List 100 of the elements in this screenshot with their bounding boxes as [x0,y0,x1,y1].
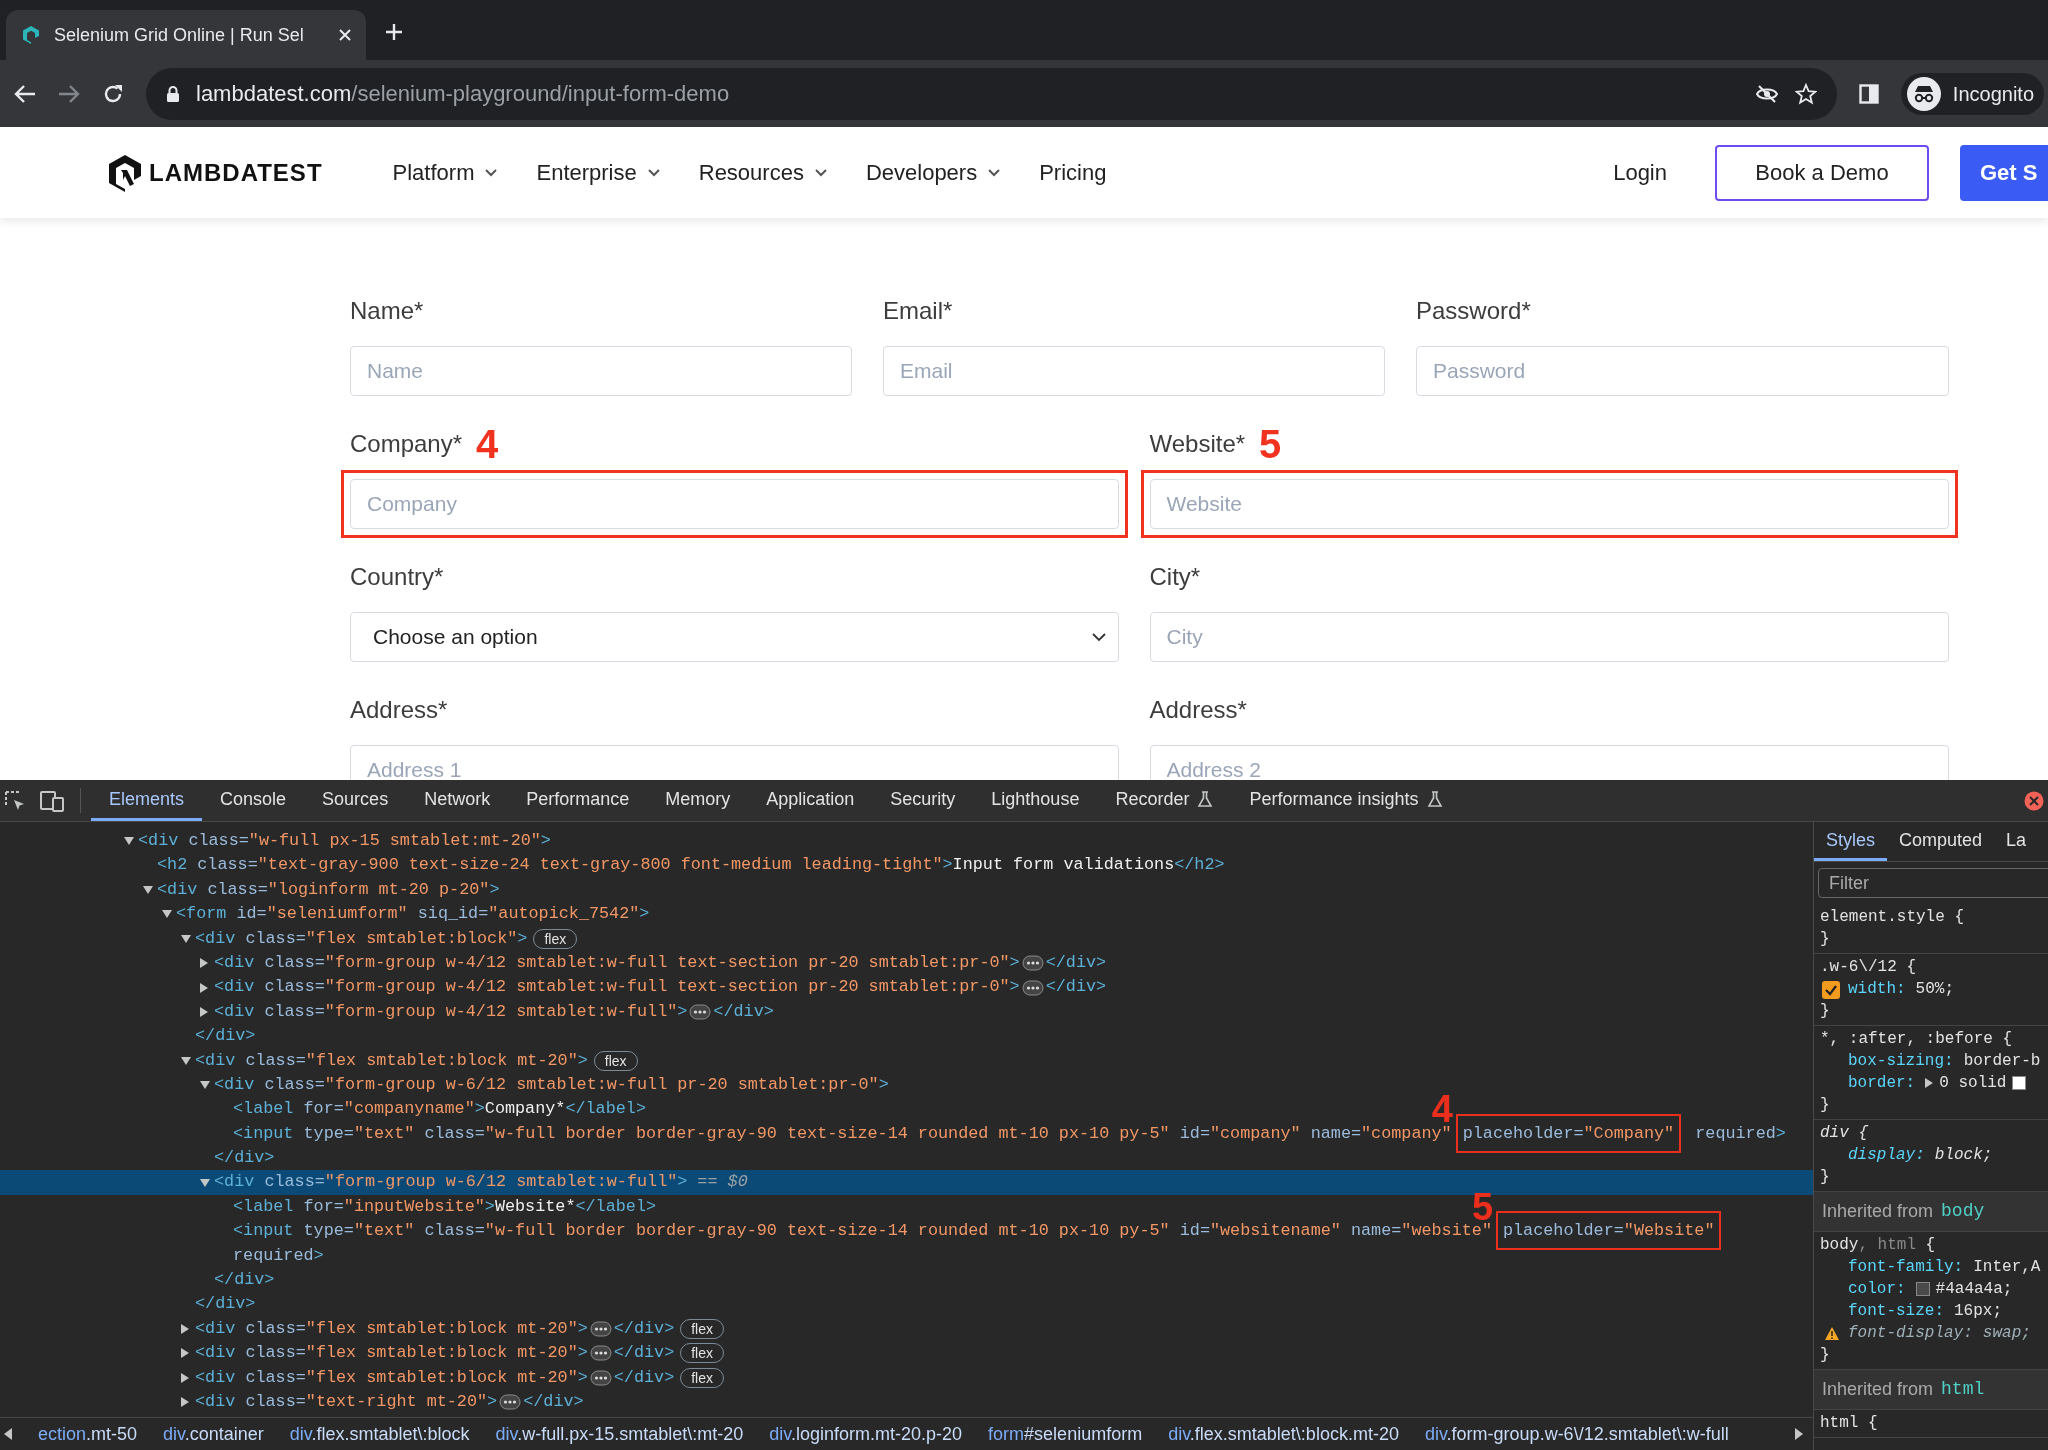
device-icon[interactable] [40,789,64,812]
devtools-tab[interactable]: Security [872,780,974,821]
devtools-tab[interactable]: Performance insights [1231,780,1461,821]
back-arrow-icon[interactable] [14,83,36,104]
filter-field[interactable]: Filter [1818,868,2048,898]
nav-menu-item[interactable]: Developers [865,156,1002,189]
tab-title: Selenium Grid Online | Run Sel [54,23,305,47]
breadcrumb-item[interactable]: form#seleniumform [988,1420,1143,1448]
breadcrumb-item[interactable]: div.flex.smtablet\:block [289,1420,470,1448]
nav-menu-item[interactable]: Resources [698,156,828,189]
expand-triangle-icon[interactable] [181,934,191,943]
scroll-left-icon[interactable] [4,1428,12,1440]
collapse-triangle-icon[interactable] [200,982,208,993]
nav-menu-item[interactable]: Platform [392,156,499,189]
devtools-tab[interactable]: Performance [508,780,648,821]
inspect-icon[interactable] [4,789,26,812]
ellipsis-icon[interactable] [589,1321,612,1337]
field-label: Website* [1149,429,1246,459]
collapse-triangle-icon[interactable] [181,1372,189,1383]
breadcrumb-item[interactable]: div.loginform.mt-20.p-20 [769,1420,963,1448]
input-field[interactable]: Address 2 [1149,745,1949,780]
code-text: <div class="flex smtablet:block mt-20"> [195,1366,588,1389]
ellipsis-icon[interactable] [499,1394,522,1411]
new-tab-icon[interactable] [384,22,404,42]
get-started-button[interactable]: Get S [1960,144,2048,201]
expand-triangle-icon[interactable] [181,1056,191,1065]
annotation-number: 5 [1259,424,1282,464]
css-property: font-family: [1848,1257,1964,1278]
breadcrumb-item[interactable]: ection.mt-50 [38,1420,138,1448]
styles-tab[interactable]: Styles [1814,822,1888,861]
select-field[interactable]: Choose an option [350,612,1119,662]
close-icon[interactable] [2024,790,2044,811]
code-text: <div class="form-group w-6/12 smtablet:w-full pr-20 smtablet:pr-0"> [214,1073,889,1096]
reload-icon[interactable] [102,82,124,105]
code-text: <label for="inputWebsite">Website*</label> [233,1195,657,1218]
address-bar[interactable]: lambdatest.com/selenium-playground/input-form-demo [146,67,1837,120]
input-field[interactable]: City [1149,612,1949,662]
nav-menu-item[interactable]: Enterprise [536,156,661,189]
devtools-tab[interactable]: Network [406,780,509,821]
favicon-icon [20,24,42,46]
devtools-tab[interactable]: Lighthouse [973,780,1098,821]
collapse-triangle-icon[interactable] [181,1348,189,1359]
expand-triangle-icon[interactable] [1925,1078,1934,1088]
devtools-tab[interactable]: Sources [304,780,407,821]
input-field[interactable]: Password [1416,346,1949,396]
styles-tab[interactable]: La [1994,822,2039,861]
styles-tab[interactable]: Computed [1887,822,1995,861]
ellipsis-icon[interactable] [589,1345,612,1362]
breadcrumb-item[interactable]: div.flex.smtablet\:block.mt-20 [1168,1420,1399,1448]
collapse-triangle-icon[interactable] [181,1397,189,1408]
login-link[interactable]: Login [1613,156,1667,189]
ellipsis-icon[interactable] [1021,955,1044,972]
collapse-triangle-icon[interactable] [200,958,208,969]
devtools-tab[interactable]: Console [202,780,305,821]
scroll-right-icon[interactable] [1795,1428,1803,1440]
brand-name: LAMBDATEST [149,157,323,188]
ellipsis-icon[interactable] [689,1003,712,1020]
input-field[interactable]: Address 1 [350,745,1119,780]
chevron-down-icon [1091,632,1106,642]
browser-tab[interactable]: Selenium Grid Online | Run Sel [6,10,366,60]
brand-logo-icon[interactable] [107,153,143,192]
devtools-tab[interactable]: Application [748,780,873,821]
expand-triangle-icon[interactable] [200,1178,210,1187]
ellipsis-icon[interactable] [1021,979,1044,996]
breadcrumb-item[interactable]: div.w-full.px-15.smtablet\:mt-20 [495,1420,744,1448]
source-link[interactable]: body [1941,1198,1985,1225]
css-property: font-display: [1848,1323,1973,1344]
nav-menu-item[interactable]: Pricing [1039,156,1107,189]
css-selector: .w-6\/12 { [1820,957,1917,978]
expand-triangle-icon[interactable] [143,885,153,894]
caret-icon [987,168,1002,177]
book-demo-button[interactable]: Book a Demo [1715,144,1929,201]
close-icon[interactable] [338,28,352,42]
expand-triangle-icon[interactable] [200,1081,210,1090]
devtools-tab[interactable]: Memory [647,780,749,821]
breadcrumb-item[interactable]: div.form-group.w-6\/12.smtablet\:w-full [1424,1420,1729,1448]
url-text: lambdatest.com/selenium-playground/input-form-demo [196,80,730,108]
annotation-number: 4 [476,424,499,464]
input-field[interactable]: Company [350,479,1119,529]
devtools-tab[interactable]: Recorder [1097,780,1232,821]
eye-slash-icon[interactable] [1754,83,1779,104]
input-field[interactable]: Name [350,346,852,396]
side-panel-icon[interactable] [1858,83,1879,104]
source-link[interactable]: html [1941,1376,1985,1403]
input-field[interactable]: Email [883,346,1385,396]
input-field[interactable]: Website [1149,479,1949,529]
breadcrumb-item[interactable]: div.container [163,1420,264,1448]
expand-triangle-icon[interactable] [124,837,134,846]
expand-triangle-icon[interactable] [162,910,172,919]
css-selector: element.style { [1820,907,1966,928]
ellipsis-icon[interactable] [589,1369,612,1386]
profile-button[interactable]: Incognito [1900,72,2044,115]
code-text: <div class="form-group w-4/12 smtablet:w-full text-section pr-20 smtablet:pr-0"> [214,976,1020,999]
checkbox[interactable] [1822,981,1840,999]
code-text: </div> [713,1000,774,1023]
css-selector: *, :after, :before { [1820,1029,2014,1050]
closing-brace: } [1820,1345,1831,1366]
collapse-triangle-icon[interactable] [181,1324,189,1334]
collapse-triangle-icon[interactable] [200,1006,208,1017]
star-icon[interactable] [1794,82,1817,105]
